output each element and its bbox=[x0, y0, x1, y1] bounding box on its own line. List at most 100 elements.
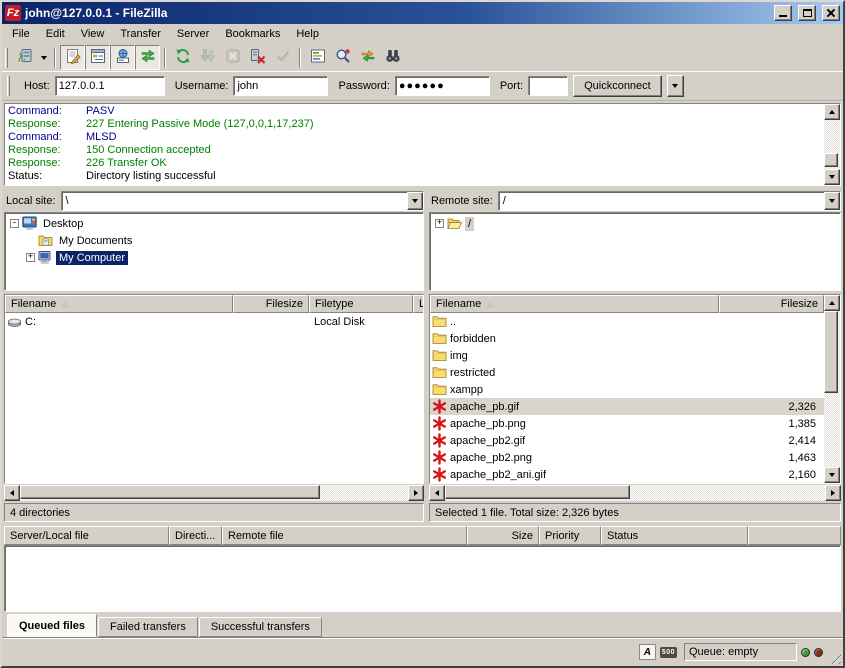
column-header-status[interactable]: Status bbox=[601, 526, 748, 545]
scroll-right-button[interactable] bbox=[825, 485, 841, 501]
remote-hscroll-thumb[interactable] bbox=[445, 485, 630, 499]
column-header-filename[interactable]: Filename bbox=[430, 295, 719, 313]
column-header-remote-file[interactable]: Remote file bbox=[222, 526, 467, 545]
column-header-l[interactable]: L bbox=[413, 295, 423, 313]
filter-button[interactable] bbox=[305, 45, 330, 70]
expander-icon[interactable]: - bbox=[10, 219, 19, 228]
toggle-local-tree-button[interactable] bbox=[85, 45, 110, 70]
quickconnect-button[interactable]: Quickconnect bbox=[573, 75, 662, 97]
remote-file-row[interactable]: xampp bbox=[430, 381, 824, 398]
column-header-filesize[interactable]: Filesize bbox=[719, 295, 824, 313]
minimize-button[interactable] bbox=[774, 5, 792, 21]
cancel-button[interactable] bbox=[220, 45, 245, 70]
local-hscrollbar[interactable] bbox=[4, 485, 424, 501]
maximize-button[interactable] bbox=[798, 5, 816, 21]
column-header-filesize[interactable]: Filesize bbox=[233, 295, 309, 313]
menu-transfer[interactable]: Transfer bbox=[112, 25, 169, 43]
column-header-priority[interactable]: Priority bbox=[539, 526, 601, 545]
tree-item-my-computer[interactable]: +My Computer bbox=[5, 249, 423, 266]
process-queue-button[interactable] bbox=[195, 45, 220, 70]
remote-file-row[interactable]: apache_pb2.gif2,414 bbox=[430, 432, 824, 449]
synchronized-browsing-button[interactable] bbox=[355, 45, 380, 70]
remote-file-row[interactable]: apache_pb2.png1,463 bbox=[430, 449, 824, 466]
column-header-[interactable] bbox=[748, 526, 841, 545]
quickconnect-dropdown-button[interactable] bbox=[667, 75, 684, 97]
tree-item-my-documents[interactable]: +My Documents bbox=[5, 232, 423, 249]
tab-failed-transfers[interactable]: Failed transfers bbox=[98, 617, 198, 637]
quickbar-grip[interactable] bbox=[7, 76, 10, 96]
remote-site-combo[interactable]: / bbox=[498, 191, 841, 211]
host-input[interactable] bbox=[55, 76, 165, 96]
scroll-up-button[interactable] bbox=[824, 295, 840, 311]
file-search-button[interactable] bbox=[330, 45, 355, 70]
directory-comparison-button[interactable] bbox=[380, 45, 405, 70]
local-site-combo[interactable]: \ bbox=[61, 191, 424, 211]
remote-site-dropdown-button[interactable] bbox=[824, 192, 840, 210]
log-line: Command:PASV bbox=[8, 105, 823, 118]
remote-file-row[interactable]: apache_pb.png1,385 bbox=[430, 415, 824, 432]
menu-bookmarks[interactable]: Bookmarks bbox=[217, 25, 288, 43]
remote-file-row[interactable]: apache_pb2_ani.gif2,160 bbox=[430, 466, 824, 483]
remote-file-row[interactable]: restricted bbox=[430, 364, 824, 381]
disconnect-button[interactable] bbox=[245, 45, 270, 70]
username-input[interactable] bbox=[233, 76, 328, 96]
column-header-server-local-file[interactable]: Server/Local file bbox=[4, 526, 169, 545]
column-header-directi-[interactable]: Directi... bbox=[169, 526, 222, 545]
tab-successful-transfers[interactable]: Successful transfers bbox=[199, 617, 322, 637]
close-button[interactable] bbox=[822, 5, 840, 21]
log-scroll-track[interactable] bbox=[824, 120, 840, 169]
tree-item-desktop[interactable]: -Desktop bbox=[5, 215, 423, 232]
local-hscroll-thumb[interactable] bbox=[20, 485, 320, 499]
local-file-row[interactable]: C:Local Disk bbox=[5, 313, 423, 330]
scroll-up-button[interactable] bbox=[824, 104, 840, 120]
scroll-down-button[interactable] bbox=[824, 467, 840, 483]
menu-file[interactable]: File bbox=[4, 25, 38, 43]
site-manager-dropdown-button[interactable] bbox=[37, 45, 50, 70]
port-label: Port: bbox=[500, 80, 523, 92]
remote-vscroll-track[interactable] bbox=[824, 311, 840, 467]
toggle-transfer-queue-button[interactable] bbox=[135, 45, 160, 70]
tree-item-root[interactable]: +/ bbox=[430, 215, 840, 232]
toggle-remote-tree-button[interactable] bbox=[110, 45, 135, 70]
log-scrollbar[interactable] bbox=[824, 104, 840, 185]
remote-file-row[interactable]: img bbox=[430, 347, 824, 364]
resize-grip[interactable] bbox=[827, 650, 841, 664]
log-line-label: Response: bbox=[8, 144, 86, 157]
local-site-dropdown-button[interactable] bbox=[407, 192, 423, 210]
menu-help[interactable]: Help bbox=[288, 25, 327, 43]
local-hscroll-track[interactable] bbox=[20, 485, 408, 501]
expander-icon[interactable]: + bbox=[435, 219, 444, 228]
remote-hscroll-track[interactable] bbox=[445, 485, 825, 501]
queue-body bbox=[4, 545, 841, 612]
tab-queued-files[interactable]: Queued files bbox=[7, 614, 97, 637]
reconnect-button[interactable] bbox=[270, 45, 295, 70]
menu-view[interactable]: View bbox=[73, 25, 113, 43]
folder-icon bbox=[432, 365, 448, 380]
remote-file-row[interactable]: .. bbox=[430, 313, 824, 330]
site-manager-button[interactable] bbox=[12, 45, 37, 70]
scroll-left-button[interactable] bbox=[429, 485, 445, 501]
toolbar-grip[interactable] bbox=[5, 48, 8, 68]
minimize-icon bbox=[779, 15, 787, 17]
remote-vscrollbar[interactable] bbox=[824, 295, 840, 483]
transfer-type-icon[interactable]: A bbox=[639, 644, 656, 660]
port-input[interactable] bbox=[528, 76, 568, 96]
scroll-right-button[interactable] bbox=[408, 485, 424, 501]
scroll-left-button[interactable] bbox=[4, 485, 20, 501]
expander-icon[interactable]: + bbox=[26, 253, 35, 262]
column-header-filename[interactable]: Filename bbox=[5, 295, 233, 313]
scroll-down-button[interactable] bbox=[824, 169, 840, 185]
menu-edit[interactable]: Edit bbox=[38, 25, 73, 43]
password-input[interactable] bbox=[395, 76, 490, 96]
remote-vscroll-thumb[interactable] bbox=[824, 311, 838, 393]
column-header-filetype[interactable]: Filetype bbox=[309, 295, 413, 313]
refresh-button[interactable] bbox=[170, 45, 195, 70]
speed-limit-icon[interactable]: 500 bbox=[660, 647, 677, 658]
log-scroll-thumb[interactable] bbox=[824, 153, 838, 167]
menu-server[interactable]: Server bbox=[169, 25, 217, 43]
remote-file-row[interactable]: forbidden bbox=[430, 330, 824, 347]
remote-file-row[interactable]: apache_pb.gif2,326 bbox=[430, 398, 824, 415]
remote-hscrollbar[interactable] bbox=[429, 485, 841, 501]
toggle-message-log-button[interactable] bbox=[60, 45, 85, 70]
column-header-size[interactable]: Size bbox=[467, 526, 539, 545]
